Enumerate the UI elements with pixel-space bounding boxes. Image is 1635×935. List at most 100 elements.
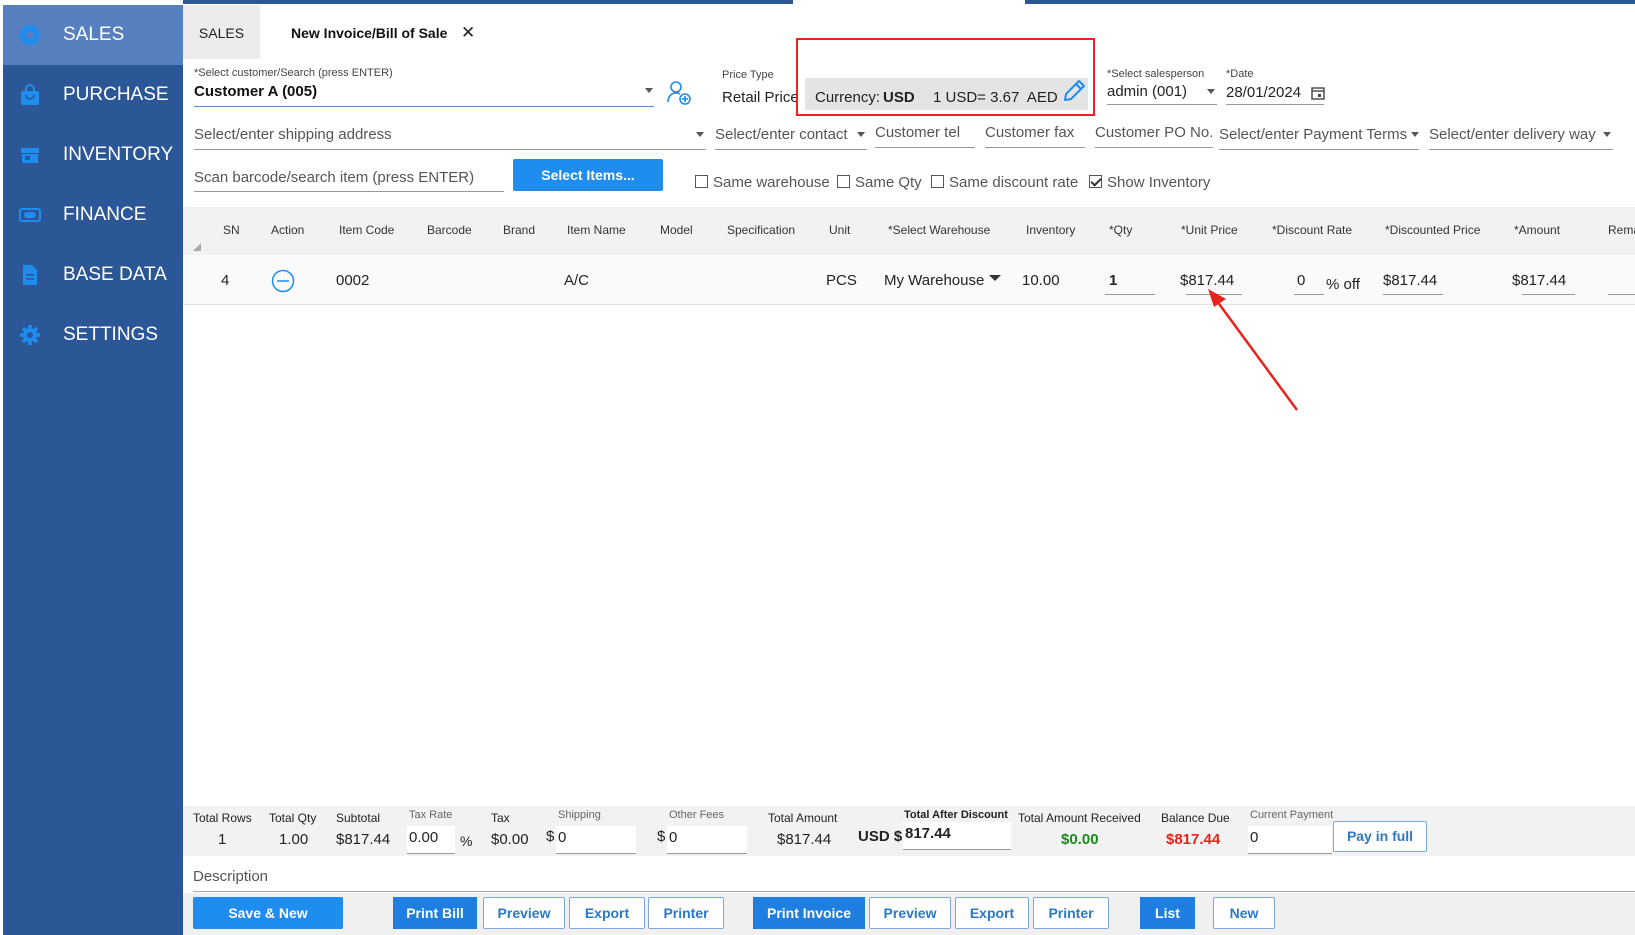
col-header-qty[interactable]: *Qty xyxy=(1109,223,1132,237)
shipping-dropdown-caret-icon[interactable] xyxy=(696,132,704,137)
same-qty-checkbox[interactable] xyxy=(837,175,850,188)
sidebar-item-label: INVENTORY xyxy=(63,144,174,165)
shipping-label: Shipping xyxy=(558,809,601,821)
tax-label: Tax xyxy=(491,811,510,825)
tax-rate-label: Tax Rate xyxy=(409,809,453,821)
salesperson-dropdown-caret-icon[interactable] xyxy=(1207,89,1215,94)
remove-row-icon[interactable] xyxy=(271,269,295,293)
print-bill-button[interactable]: Print Bill xyxy=(393,897,477,929)
col-header-unit-price[interactable]: *Unit Price xyxy=(1181,223,1238,237)
col-header-unit[interactable]: Unit xyxy=(829,223,850,237)
same-warehouse-checkbox[interactable] xyxy=(695,175,708,188)
description-input[interactable]: Description xyxy=(193,868,268,885)
current-payment-input[interactable]: 0 xyxy=(1248,826,1332,854)
customer-label: *Select customer/Search (press ENTER) xyxy=(194,67,393,79)
bill-printer-button[interactable]: Printer xyxy=(648,897,724,929)
col-header-remark[interactable]: Rema xyxy=(1608,223,1635,237)
col-header-discount-rate[interactable]: *Discount Rate xyxy=(1272,223,1352,237)
payment-terms-caret-icon[interactable] xyxy=(1411,132,1419,137)
row-qty-input[interactable]: 1 xyxy=(1109,272,1117,289)
shipping-input[interactable]: 0 xyxy=(556,826,636,854)
top-accent-bar-right xyxy=(1025,0,1635,4)
col-header-amount[interactable]: *Amount xyxy=(1514,223,1560,237)
shipping-underline xyxy=(194,149,706,150)
delivery-way-input[interactable]: Select/enter delivery way xyxy=(1429,126,1596,143)
money-icon xyxy=(19,208,41,222)
bill-export-button[interactable]: Export xyxy=(569,897,645,929)
col-header-action[interactable]: Action xyxy=(271,223,304,237)
col-header-discounted-price[interactable]: *Discounted Price xyxy=(1385,223,1480,237)
table-row[interactable]: 4 0002 A/C PCS My Warehouse 10.00 1 $817… xyxy=(183,255,1635,305)
col-header-inventory[interactable]: Inventory xyxy=(1026,223,1075,237)
sidebar-item-label: SETTINGS xyxy=(63,324,159,345)
tab-new-invoice[interactable]: New Invoice/Bill of Sale xyxy=(291,5,447,59)
customer-po-input[interactable]: Customer PO No. xyxy=(1095,124,1213,141)
close-tab-icon[interactable]: ✕ xyxy=(461,23,475,43)
row-amount-input[interactable]: $817.44 xyxy=(1512,272,1566,289)
delivery-caret-icon[interactable] xyxy=(1603,132,1611,137)
sidebar-item-purchase[interactable]: PURCHASE xyxy=(3,65,183,125)
sidebar: SALES PURCHASE INVENTORY FINANCE BASE DA… xyxy=(3,5,183,935)
tax-rate-input[interactable]: 0.00 xyxy=(407,826,455,854)
same-discount-checkbox[interactable] xyxy=(931,175,944,188)
col-header-sn[interactable]: SN xyxy=(223,223,240,237)
store-icon xyxy=(21,148,39,163)
qty-underline xyxy=(1105,294,1155,295)
annotation-arrow-icon xyxy=(1208,289,1299,411)
add-customer-icon[interactable] xyxy=(666,80,692,106)
row-discounted-price-input[interactable]: $817.44 xyxy=(1383,272,1437,289)
save-and-new-button[interactable]: Save & New xyxy=(193,897,343,929)
barcode-search-input[interactable]: Scan barcode/search item (press ENTER) xyxy=(194,169,474,186)
after-discount-label: Total After Discount xyxy=(904,809,1008,821)
invoice-export-button[interactable]: Export xyxy=(955,897,1029,929)
calendar-icon[interactable] xyxy=(1311,86,1325,100)
col-header-specification[interactable]: Specification xyxy=(727,223,795,237)
col-header-warehouse[interactable]: *Select Warehouse xyxy=(888,223,990,237)
list-button[interactable]: List xyxy=(1140,897,1195,929)
invoice-printer-button[interactable]: Printer xyxy=(1033,897,1109,929)
col-header-brand[interactable]: Brand xyxy=(503,223,535,237)
row-warehouse-select[interactable]: My Warehouse xyxy=(884,272,984,289)
shopping-bag-icon xyxy=(21,84,39,105)
pay-in-full-button[interactable]: Pay in full xyxy=(1333,821,1427,852)
date-input[interactable]: 28/01/2024 xyxy=(1226,84,1301,101)
same-qty-label: Same Qty xyxy=(855,174,922,191)
col-header-item-code[interactable]: Item Code xyxy=(339,223,394,237)
row-sn: 4 xyxy=(221,272,230,289)
annotation-highlight-box xyxy=(796,38,1095,116)
contact-input[interactable]: Select/enter contact xyxy=(715,126,848,143)
customer-select[interactable]: Customer A (005) xyxy=(194,83,317,100)
bill-preview-button[interactable]: Preview xyxy=(483,897,565,929)
gear-icon xyxy=(20,325,40,345)
select-items-button[interactable]: Select Items... xyxy=(513,159,663,191)
show-inventory-checkbox[interactable] xyxy=(1089,175,1102,188)
salesperson-select[interactable]: admin (001) xyxy=(1107,83,1187,100)
sidebar-item-settings[interactable]: SETTINGS xyxy=(3,305,183,365)
customer-dropdown-caret-icon[interactable] xyxy=(645,88,653,93)
sidebar-item-sales[interactable]: SALES xyxy=(3,5,183,65)
sidebar-item-base-data[interactable]: BASE DATA xyxy=(3,245,183,305)
customer-fax-input[interactable]: Customer fax xyxy=(985,124,1074,141)
new-button[interactable]: New xyxy=(1213,897,1275,929)
customer-tel-input[interactable]: Customer tel xyxy=(875,124,960,141)
tab-sales[interactable]: SALES xyxy=(183,5,260,59)
sidebar-item-finance[interactable]: FINANCE xyxy=(3,185,183,245)
total-rows-label: Total Rows xyxy=(193,811,252,825)
delivery-underline xyxy=(1429,149,1613,150)
sidebar-item-inventory[interactable]: INVENTORY xyxy=(3,125,183,185)
payment-terms-input[interactable]: Select/enter Payment Terms xyxy=(1219,126,1407,143)
col-header-item-name[interactable]: Item Name xyxy=(567,223,626,237)
other-fees-input[interactable]: 0 xyxy=(667,826,747,854)
sidebar-item-label: SALES xyxy=(63,24,125,45)
contact-dropdown-caret-icon[interactable] xyxy=(857,132,865,137)
print-invoice-button[interactable]: Print Invoice xyxy=(753,897,865,929)
col-header-model[interactable]: Model xyxy=(660,223,693,237)
invoice-preview-button[interactable]: Preview xyxy=(869,897,951,929)
sidebar-item-label: BASE DATA xyxy=(63,264,167,285)
price-type-value[interactable]: Retail Price xyxy=(722,89,799,106)
col-header-barcode[interactable]: Barcode xyxy=(427,223,472,237)
action-bar: Save & New Print Bill Preview Export Pri… xyxy=(183,893,1635,935)
after-discount-input[interactable]: 817.44 xyxy=(903,822,1011,850)
warehouse-dropdown-caret-icon[interactable] xyxy=(989,275,1001,281)
shipping-address-input[interactable]: Select/enter shipping address xyxy=(194,126,392,143)
